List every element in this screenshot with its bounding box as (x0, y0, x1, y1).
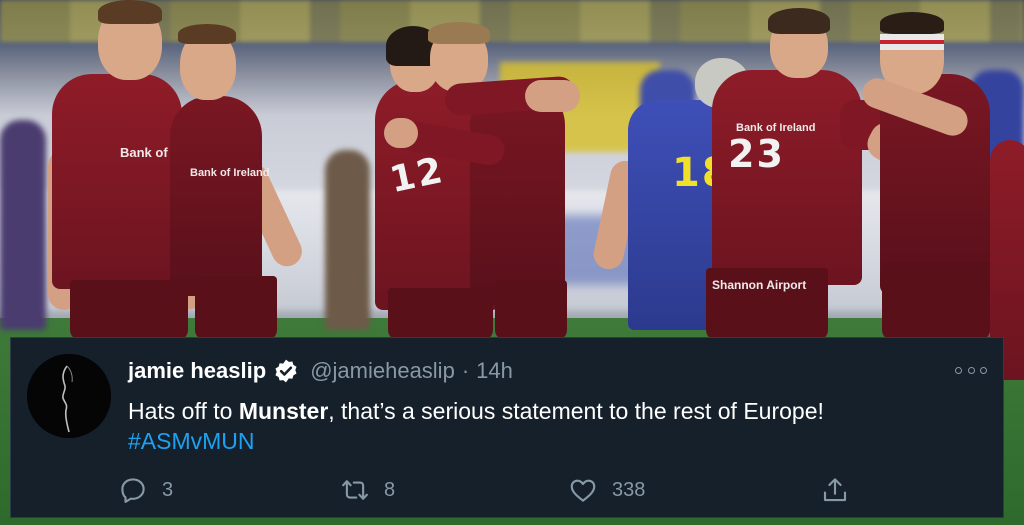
reply-button[interactable]: 3 (118, 473, 173, 507)
tweet-text: Hats off to Munster, that’s a serious st… (128, 396, 988, 456)
retweet-count: 8 (384, 478, 396, 501)
jersey-sponsor: Bank of Ireland (190, 167, 270, 179)
jersey-number: 23 (728, 132, 785, 176)
like-button[interactable]: 338 (568, 473, 645, 507)
tweet-card: jamie heaslip @jamieheaslip · 14h Hats o… (10, 337, 1004, 518)
user-handle[interactable]: @jamieheaslip (310, 358, 455, 384)
tweet-text-prefix: Hats off to (128, 398, 239, 424)
tweet-header: jamie heaslip @jamieheaslip · 14h (128, 356, 513, 386)
more-options-icon[interactable] (955, 362, 987, 378)
verified-badge-icon (275, 359, 297, 383)
hashtag-link[interactable]: #ASMvMUN (128, 426, 988, 456)
headband (880, 34, 944, 50)
display-name[interactable]: jamie heaslip (128, 358, 266, 384)
share-button[interactable] (820, 473, 864, 507)
share-icon (823, 478, 847, 502)
reply-count: 3 (162, 478, 174, 501)
retweet-icon (342, 480, 368, 500)
separator-dot: · (461, 358, 470, 383)
tweet-timestamp[interactable]: 14h (476, 358, 513, 384)
background-spectator (0, 120, 46, 330)
like-count: 338 (612, 478, 646, 501)
like-icon (570, 479, 596, 502)
retweet-button[interactable]: 8 (340, 473, 395, 507)
background-spectator (325, 150, 370, 330)
reply-icon (121, 478, 145, 503)
profile-avatar[interactable] (27, 354, 111, 438)
tweet-text-bold: Munster (238, 398, 329, 424)
tweet-text-suffix: , that’s a serious statement to the rest… (328, 398, 824, 424)
tweet-actions: 3 8 338 (118, 473, 858, 507)
shorts-sponsor: Shannon Airport (712, 278, 807, 292)
